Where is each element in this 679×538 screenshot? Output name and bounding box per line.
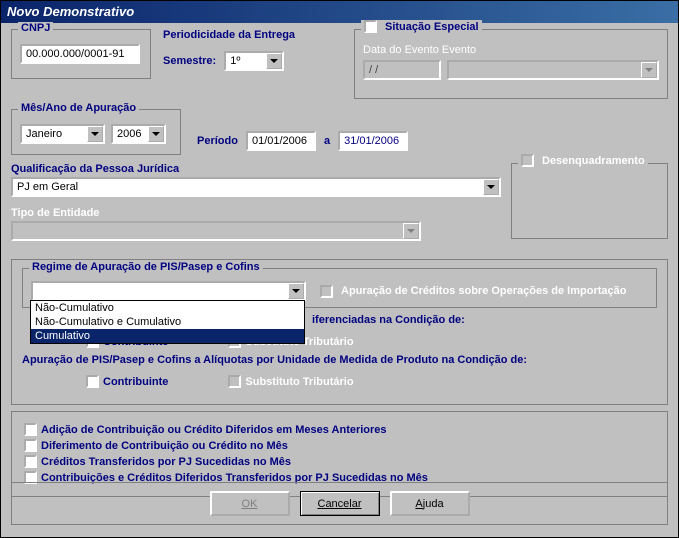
- chevron-down-icon: [483, 179, 499, 195]
- situacao-title-wrap: Situação Especial: [361, 20, 482, 33]
- cnpj-label: CNPJ: [18, 22, 53, 34]
- periodo-de[interactable]: 01/01/2006: [246, 131, 316, 151]
- regime-importacao-label: Apuração de Créditos sobre Operações de …: [341, 285, 626, 297]
- regime-option-1[interactable]: Não-Cumulativo e Cumulativo: [31, 315, 304, 329]
- qualificacao-label: Qualificação da Pessoa Jurídica: [11, 163, 501, 175]
- desenq-checkbox: [521, 154, 534, 167]
- semestre-select[interactable]: 1º: [224, 51, 284, 71]
- aliqunid-substituto-checkbox: [228, 375, 241, 388]
- situacao-data-label: Data do Evento Evento: [363, 44, 659, 56]
- mesano-label: Mês/Ano de Apuração: [18, 102, 139, 114]
- ajuda-button[interactable]: Ajuda: [390, 491, 470, 516]
- aliqunid-contribuinte-checkbox[interactable]: [86, 375, 99, 388]
- cnpj-input[interactable]: [20, 44, 140, 64]
- situacao-group: Situação Especial Data do Evento Evento …: [354, 29, 668, 99]
- mesano-group: Mês/Ano de Apuração Janeiro 2006: [11, 109, 181, 155]
- ano-value: 2006: [117, 128, 141, 140]
- qualificacao-block: Qualificação da Pessoa Jurídica PJ em Ge…: [11, 163, 501, 245]
- button-row: OK Cancelar Ajuda: [11, 482, 668, 525]
- periodo-label: Período: [197, 135, 238, 147]
- situacao-evento-select: [447, 60, 659, 80]
- chevron-down-icon: [641, 62, 657, 78]
- cb-diferimento[interactable]: [24, 439, 37, 452]
- aliqdif-label-partial: iferenciadas na Condição de:: [312, 314, 465, 326]
- regime-importacao-checkbox: [320, 285, 333, 298]
- chevron-down-icon: [266, 53, 282, 69]
- aliqunid-substituto-label: Substituto Tributário: [245, 376, 353, 388]
- situacao-checkbox[interactable]: [364, 20, 377, 33]
- dialog-window: Novo Demonstrativo CNPJ Periodicidade da…: [0, 0, 679, 538]
- cb-creditos-transf[interactable]: [24, 455, 37, 468]
- qualificacao-value: PJ em Geral: [17, 181, 78, 193]
- cb-adicao[interactable]: [24, 423, 37, 436]
- desenquadramento-group: Desenquadramento: [511, 163, 668, 239]
- desenq-title-wrap: Desenquadramento: [518, 154, 648, 167]
- chevron-down-icon: [288, 283, 304, 299]
- periodicidade-block: Periodicidade da Entrega Semestre: 1º: [163, 29, 338, 105]
- periodo-block: Período 01/01/2006 a 31/01/2006: [197, 131, 408, 161]
- semestre-value: 1º: [230, 55, 240, 67]
- aliqunid-label: Apuração de PIS/Pasep e Cofins a Alíquot…: [22, 354, 527, 366]
- cancelar-button[interactable]: Cancelar: [300, 491, 380, 516]
- desenq-label: Desenquadramento: [542, 155, 645, 167]
- cb-adicao-label: Adição de Contribuição ou Crédito Diferi…: [41, 424, 387, 436]
- periodo-a-label: a: [324, 135, 330, 147]
- regime-dropdown-list[interactable]: Não-Cumulativo Não-Cumulativo e Cumulati…: [30, 300, 305, 344]
- cb-creditos-transf-label: Créditos Transferidos por PJ Sucedidas n…: [41, 456, 291, 468]
- regime-option-0[interactable]: Não-Cumulativo: [31, 301, 304, 315]
- dialog-content: CNPJ Periodicidade da Entrega Semestre: …: [1, 23, 678, 533]
- tipoentidade-label: Tipo de Entidade: [11, 207, 501, 219]
- cb-diferimento-label: Diferimento de Contribuição ou Crédito n…: [41, 440, 288, 452]
- situacao-label: Situação Especial: [385, 21, 479, 33]
- semestre-label: Semestre:: [163, 55, 216, 67]
- ano-select[interactable]: 2006: [111, 124, 166, 144]
- regime-label: Regime de Apuração de PIS/Pasep e Cofins: [29, 261, 263, 273]
- periodo-ate[interactable]: 31/01/2006: [338, 131, 408, 151]
- aliqunid-contribuinte-label: Contribuinte: [103, 376, 168, 388]
- mes-value: Janeiro: [26, 128, 62, 140]
- situacao-data-input: / /: [363, 60, 441, 80]
- chevron-down-icon: [87, 126, 103, 142]
- qualificacao-select[interactable]: PJ em Geral: [11, 177, 501, 197]
- window-title: Novo Demonstrativo: [1, 1, 678, 23]
- mes-select[interactable]: Janeiro: [20, 124, 105, 144]
- chevron-down-icon: [403, 223, 419, 239]
- chevron-down-icon: [148, 126, 164, 142]
- regime-select[interactable]: [31, 281, 306, 301]
- cnpj-group: CNPJ: [11, 29, 151, 79]
- ok-button: OK: [210, 491, 290, 516]
- periodicidade-label: Periodicidade da Entrega: [163, 29, 338, 41]
- regime-option-2[interactable]: Cumulativo: [31, 329, 304, 343]
- tipoentidade-select: [11, 221, 421, 241]
